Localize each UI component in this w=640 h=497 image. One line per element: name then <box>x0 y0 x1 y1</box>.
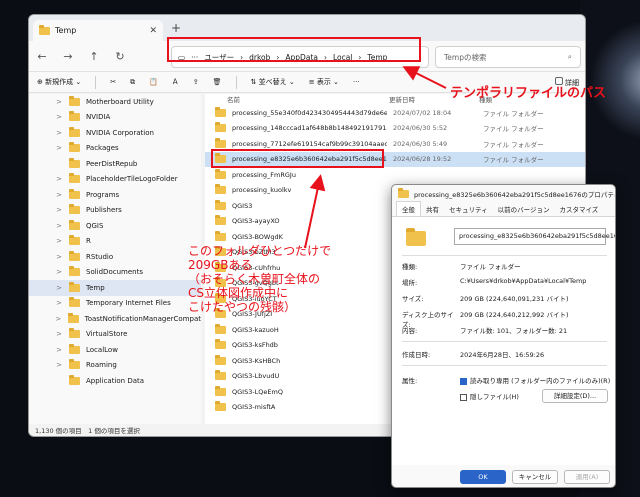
note-line: CS立体図作成中に <box>188 286 288 300</box>
created-row: 作成日時: 2024年6月28日、16:59:26 <box>402 349 612 359</box>
attr-row: 属性: 読み取り専用 (フォルダー内のファイルのみ)(R) <box>402 375 612 385</box>
cancel-button[interactable]: キャンセル <box>512 470 558 484</box>
contents-value: ファイル数: 101、フォルダー数: 21 <box>460 327 568 335</box>
path-arrow <box>402 66 447 89</box>
size-row: サイズ: 209 GB (224,640,091,231 バイト) <box>402 293 612 303</box>
divider <box>402 365 607 366</box>
dialog-tab[interactable]: カスタマイズ <box>555 202 604 216</box>
note-line: 209GBある <box>188 258 253 272</box>
created-value: 2024年6月28日、16:59:26 <box>460 351 545 359</box>
note-line: このフォルダひとつだけで <box>188 244 332 258</box>
note-line: （おそらく木曽町全体の <box>188 272 321 286</box>
properties-dialog: processing_e8325e6b360642eba291f5c5d8ee1… <box>391 184 616 488</box>
apply-button[interactable]: 適用(A) <box>564 470 610 484</box>
size-bytes: (224,640,091,231 バイト) <box>486 295 569 303</box>
location-value: C:¥Users¥drkob¥AppData¥Local¥Temp <box>460 277 587 285</box>
attr-label: 属性: <box>402 377 418 385</box>
divider <box>402 255 607 256</box>
folder-icon <box>398 188 409 198</box>
dialog-title: processing_e8325e6b360642eba291f5c5d8ee1… <box>414 191 616 199</box>
created-label: 作成日時: <box>402 351 431 359</box>
folder-arrow <box>304 174 326 249</box>
general-tab-body: processing_e8325e6b360642eba291f5c5d8ee1… <box>392 217 615 465</box>
readonly-checkbox[interactable] <box>460 377 467 385</box>
dialog-tabs: 全般 共有 セキュリティ 以前のバージョン カスタマイズ <box>392 201 615 217</box>
dialog-title-bar: processing_e8325e6b360642eba291f5c5d8ee1… <box>392 185 615 203</box>
advanced-button[interactable]: 詳細設定(D)... <box>542 389 608 403</box>
temp-path-annotation: テンポラリファイルのパス <box>450 86 607 101</box>
folder-name-field[interactable]: processing_e8325e6b360642eba291f5c5d8ee1… <box>454 228 615 245</box>
dialog-tab[interactable]: 全般 <box>396 201 421 216</box>
contents-row: 内容: ファイル数: 101、フォルダー数: 21 <box>402 325 612 335</box>
ok-button[interactable]: OK <box>460 470 506 484</box>
dialog-tab[interactable]: 共有 <box>421 202 444 216</box>
size-label: サイズ: <box>402 295 424 303</box>
hidden-checkbox[interactable] <box>460 393 467 401</box>
contents-label: 内容: <box>402 327 418 335</box>
location-row: 場所: C:¥Users¥drkob¥AppData¥Local¥Temp <box>402 277 612 287</box>
type-row: 種類: ファイル フォルダー <box>402 261 612 271</box>
large-folder-icon <box>406 228 426 246</box>
dialog-tab[interactable]: セキュリティ <box>444 202 493 216</box>
divider <box>402 341 607 342</box>
dialog-tab[interactable]: 以前のバージョン <box>493 202 555 216</box>
folder-size-annotation: このフォルダひとつだけで 209GBある （おそらく木曽町全体の CS立体図作成中にこ… <box>188 244 331 314</box>
location-label: 場所: <box>402 279 418 287</box>
size-value: 209 GB <box>460 295 484 303</box>
note-line: こけたやつの残骸） <box>188 300 297 314</box>
readonly-label: 読み取り専用 (フォルダー内のファイルのみ)(R) <box>470 377 611 385</box>
hidden-label: 隠しファイル(H) <box>470 393 519 401</box>
type-value: ファイル フォルダー <box>460 263 521 271</box>
type-label: 種類: <box>402 263 418 271</box>
